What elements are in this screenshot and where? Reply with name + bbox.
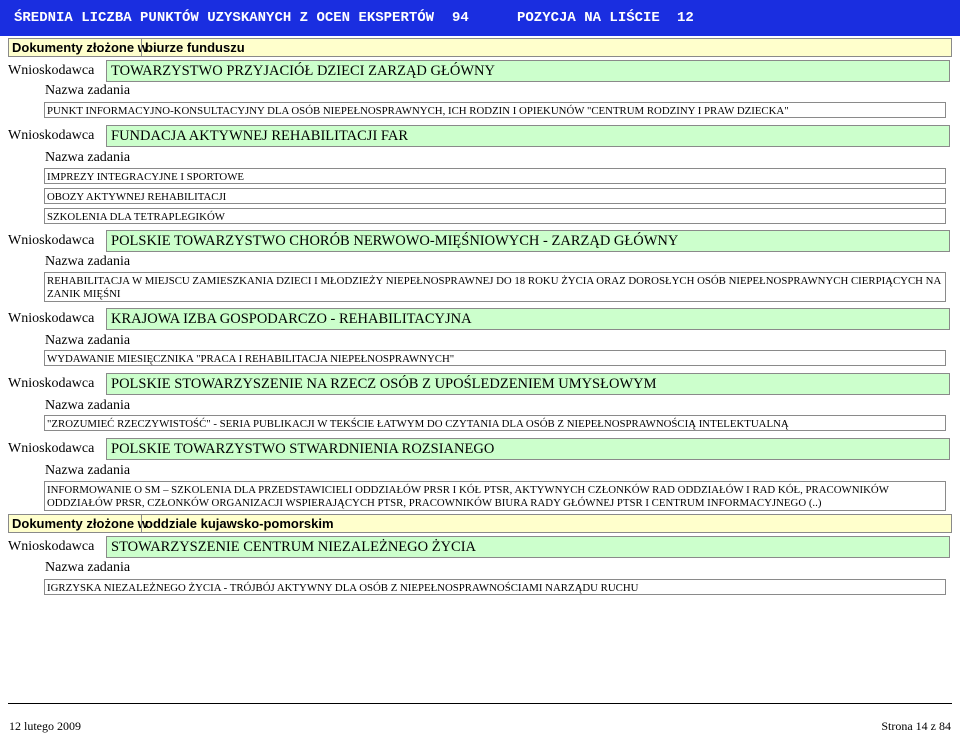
- task-name-label: Nazwa zadania: [45, 83, 131, 98]
- average-score-label: ŚREDNIA LICZBA PUNKTÓW UZYSKANYCH Z OCEN…: [14, 10, 435, 26]
- section-label: Dokumenty złożone w: [12, 40, 148, 55]
- applicant-name: TOWARZYSTWO PRZYJACIÓŁ DZIECI ZARZĄD GŁÓ…: [106, 60, 950, 82]
- list-position-label: POZYCJA NA LIŚCIE: [517, 10, 660, 26]
- applicant-label: Wnioskodawca: [8, 233, 95, 248]
- task-item: PUNKT INFORMACYJNO-KONSULTACYJNY DLA OSÓ…: [44, 102, 946, 118]
- task-item: WYDAWANIE MIESIĘCZNIKA "PRACA I REHABILI…: [44, 350, 946, 366]
- task-item: OBOZY AKTYWNEJ REHABILITACJI: [44, 188, 946, 204]
- footer-divider: [8, 703, 952, 704]
- task-item: INFORMOWANIE O SM – SZKOLENIA DLA PRZEDS…: [44, 481, 946, 511]
- applicant-name: POLSKIE STOWARZYSZENIE NA RZECZ OSÓB Z U…: [106, 373, 950, 395]
- applicant-label: Wnioskodawca: [8, 441, 95, 456]
- task-name-label: Nazwa zadania: [45, 560, 131, 575]
- applicant-label: Wnioskodawca: [8, 128, 95, 143]
- applicant-row: Wnioskodawca FUNDACJA AKTYWNEJ REHABILIT…: [8, 125, 950, 147]
- average-score-value: 94: [452, 10, 469, 26]
- applicant-label: Wnioskodawca: [8, 311, 95, 326]
- task-item: IGRZYSKA NIEZALEŻNEGO ŻYCIA - TRÓJBÓJ AK…: [44, 579, 946, 595]
- applicant-name: POLSKIE TOWARZYSTWO STWARDNIENIA ROZSIAN…: [106, 438, 950, 460]
- applicant-name: POLSKIE TOWARZYSTWO CHORÓB NERWOWO-MIĘŚN…: [106, 230, 950, 252]
- footer-page-number: Strona 14 z 84: [881, 719, 951, 733]
- applicant-row: Wnioskodawca POLSKIE TOWARZYSTWO CHORÓB …: [8, 230, 950, 252]
- task-name-label: Nazwa zadania: [45, 150, 131, 165]
- list-position-value: 12: [677, 10, 694, 26]
- summary-header-bar: ŚREDNIA LICZBA PUNKTÓW UZYSKANYCH Z OCEN…: [0, 0, 960, 36]
- task-item: IMPREZY INTEGRACYJNE I SPORTOWE: [44, 168, 946, 184]
- task-item: "ZROZUMIEĆ RZECZYWISTOŚĆ" - SERIA PUBLIK…: [44, 415, 946, 431]
- applicant-label: Wnioskodawca: [8, 376, 95, 391]
- applicant-row: Wnioskodawca POLSKIE TOWARZYSTWO STWARDN…: [8, 438, 950, 460]
- applicant-name: KRAJOWA IZBA GOSPODARCZO - REHABILITACYJ…: [106, 308, 950, 330]
- applicant-row: Wnioskodawca TOWARZYSTWO PRZYJACIÓŁ DZIE…: [8, 60, 950, 82]
- task-item: SZKOLENIA DLA TETRAPLEGIKÓW: [44, 208, 946, 224]
- applicant-label: Wnioskodawca: [8, 63, 95, 78]
- task-name-label: Nazwa zadania: [45, 463, 131, 478]
- applicant-name: STOWARZYSZENIE CENTRUM NIEZALEŻNEGO ŻYCI…: [106, 536, 950, 558]
- task-name-label: Nazwa zadania: [45, 333, 131, 348]
- applicant-label: Wnioskodawca: [8, 539, 95, 554]
- applicant-row: Wnioskodawca KRAJOWA IZBA GOSPODARCZO - …: [8, 308, 950, 330]
- section-label: Dokumenty złożone w: [12, 516, 148, 531]
- section-name: biurze funduszu: [141, 39, 951, 56]
- task-name-label: Nazwa zadania: [45, 254, 131, 269]
- section-header-biuro: Dokumenty złożone w biurze funduszu: [8, 38, 952, 57]
- task-name-label: Nazwa zadania: [45, 398, 131, 413]
- applicant-row: Wnioskodawca STOWARZYSZENIE CENTRUM NIEZ…: [8, 536, 950, 558]
- applicant-row: Wnioskodawca POLSKIE STOWARZYSZENIE NA R…: [8, 373, 950, 395]
- applicant-name: FUNDACJA AKTYWNEJ REHABILITACJI FAR: [106, 125, 950, 147]
- section-header-kujawsko-pomorskie: Dokumenty złożone w oddziale kujawsko-po…: [8, 514, 952, 533]
- task-item: REHABILITACJA W MIEJSCU ZAMIESZKANIA DZI…: [44, 272, 946, 302]
- footer-date: 12 lutego 2009: [9, 719, 81, 733]
- section-name: oddziale kujawsko-pomorskim: [141, 515, 951, 532]
